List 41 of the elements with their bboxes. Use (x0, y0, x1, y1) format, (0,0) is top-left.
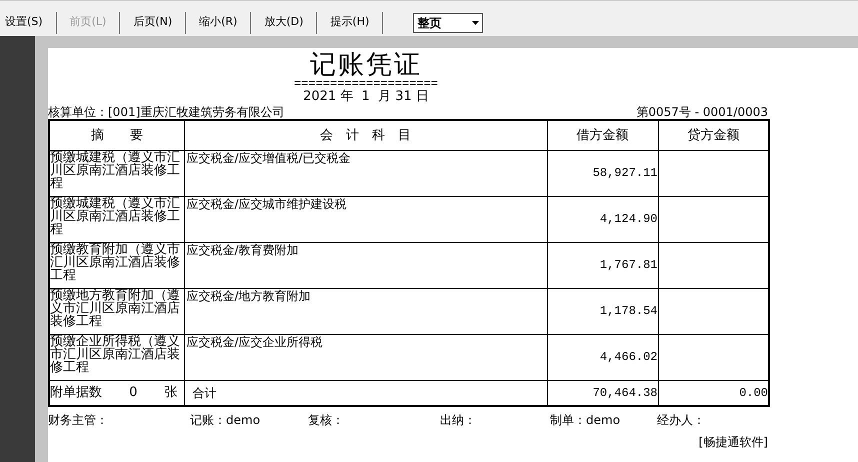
toolbar-button[interactable]: 放大(D) (259, 12, 308, 33)
title-rule: ==================== (292, 80, 440, 89)
voucher-title: 记账凭证 (309, 50, 423, 80)
signature-label: 复核： (308, 413, 344, 427)
toolbar-button[interactable]: 缩小(R) (194, 12, 242, 33)
summary-cell: 预缴企业所得税（遵义市汇川区原南江酒店装修工程 (49, 334, 184, 380)
account-cell: 应交税金/应交企业所得税 (184, 334, 547, 380)
attachments-unit: 张 (164, 384, 178, 402)
column-header: 会 计 科 目 (184, 120, 547, 150)
account-cell: 应交税金/地方教育附加 (184, 288, 547, 334)
software-name: [畅捷通软件] (698, 435, 768, 449)
attachments-count: 0 (129, 384, 138, 402)
summary-cell: 预缴地方教育附加（遵义市汇川区原南江酒店装修工程 (49, 288, 184, 334)
column-header: 摘 要 (49, 120, 184, 150)
total-label: 合计 (192, 386, 216, 400)
zoom-dropdown[interactable]: 整页 (413, 12, 484, 32)
summary-cell: 预缴教育附加（遵义市汇川区原南江酒店装修工程 (49, 242, 184, 288)
toolbar-button[interactable]: 后页(N) (128, 12, 178, 33)
account-cell: 应交税金/应交增值税/已交税金 (184, 150, 547, 196)
debit-amount: 1,178.54 (547, 288, 658, 334)
accounting-unit: 核算单位：[001]重庆汇牧建筑劳务有限公司 (48, 105, 284, 119)
summary-cell: 预缴城建税（遵义市汇川区原南江酒店装修工程 (49, 150, 184, 196)
summary-cell: 预缴城建税（遵义市汇川区原南江酒店装修工程 (49, 196, 184, 242)
signature-label: 记账：demo (190, 413, 260, 427)
toolbar-button[interactable]: 提示(H) (325, 12, 374, 33)
debit-amount: 4,466.02 (547, 334, 658, 380)
attachments-label: 附单据数 (50, 384, 102, 402)
signature-label: 财务主管： (48, 413, 108, 427)
toolbar-button[interactable]: 设置(S) (0, 12, 48, 33)
voucher-date: 2021 年 1 月 31 日 (302, 89, 430, 104)
debit-amount: 4,124.90 (547, 196, 658, 242)
account-cell: 应交税金/教育费附加 (184, 242, 547, 288)
account-cell: 应交税金/应交城市维护建设税 (184, 196, 547, 242)
column-header: 借方金额 (547, 120, 658, 150)
signature-label: 出纳： (440, 413, 476, 427)
signature-label: 制单：demo (550, 413, 620, 427)
voucher-number: 第0057号 - 0001/0003 (636, 105, 768, 119)
debit-amount: 58,927.11 (547, 150, 658, 196)
debit-amount: 1,767.81 (547, 242, 658, 288)
signature-label: 经办人： (657, 413, 705, 427)
caret-icon (472, 20, 479, 24)
